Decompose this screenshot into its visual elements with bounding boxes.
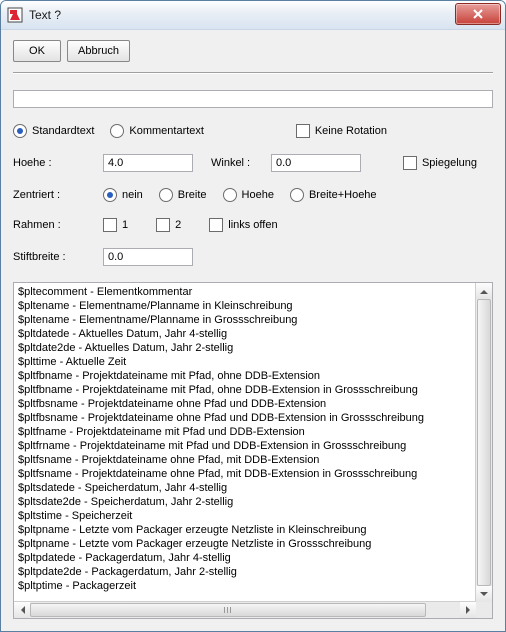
penwidth-row: Stiftbreite : bbox=[13, 248, 493, 266]
list-item[interactable]: $pltdate2de - Aktuelles Datum, Jahr 2-st… bbox=[18, 341, 472, 355]
scroll-thumb[interactable] bbox=[477, 299, 491, 586]
horizontal-scrollbar[interactable] bbox=[14, 601, 476, 618]
check-label: links offen bbox=[228, 219, 277, 231]
radio-kommentartext[interactable]: Kommentartext bbox=[110, 124, 204, 138]
variable-listbox[interactable]: $pltecomment - Elementkommentar$pltename… bbox=[13, 282, 493, 619]
radio-center-both[interactable]: Breite+Hoehe bbox=[290, 188, 377, 202]
height-label: Hoehe : bbox=[13, 157, 103, 169]
scroll-track[interactable] bbox=[30, 602, 460, 618]
check-links-offen[interactable]: links offen bbox=[209, 218, 277, 232]
list-item[interactable]: $pltfbsname - Projektdateiname ohne Pfad… bbox=[18, 397, 472, 411]
centered-label: Zentriert : bbox=[13, 189, 103, 201]
list-item[interactable]: $pltsdate2de - Speicherdatum, Jahr 2-ste… bbox=[18, 495, 472, 509]
frame-row: Rahmen : 1 2 links offen bbox=[13, 218, 493, 232]
check-frame-2[interactable]: 2 bbox=[156, 218, 181, 232]
variable-list-content: $pltecomment - Elementkommentar$pltename… bbox=[14, 283, 476, 602]
list-item[interactable]: $pltfbsname - Projektdateiname ohne Pfad… bbox=[18, 411, 472, 425]
list-item[interactable]: $pltfbname - Projektdateiname mit Pfad, … bbox=[18, 369, 472, 383]
ok-button[interactable]: OK bbox=[13, 40, 61, 62]
penwidth-input[interactable] bbox=[103, 248, 193, 266]
dialog-buttons: OK Abbruch bbox=[13, 40, 493, 62]
check-spiegelung[interactable]: Spiegelung bbox=[403, 156, 477, 170]
vertical-scrollbar[interactable] bbox=[475, 283, 492, 602]
check-label: 2 bbox=[175, 219, 181, 231]
dimensions-row: Hoehe : Winkel : Spiegelung bbox=[13, 154, 493, 172]
penwidth-label: Stiftbreite : bbox=[13, 251, 103, 263]
scroll-right-button[interactable] bbox=[460, 602, 476, 618]
scrollbar-corner bbox=[476, 602, 492, 618]
check-label: Spiegelung bbox=[422, 157, 477, 169]
check-keine-rotation[interactable]: Keine Rotation bbox=[296, 124, 387, 138]
list-item[interactable]: $pltpdatede - Packagerdatum, Jahr 4-stel… bbox=[18, 551, 472, 565]
radio-center-height[interactable]: Hoehe bbox=[223, 188, 274, 202]
list-item[interactable]: $pltfsname - Projektdateiname ohne Pfad,… bbox=[18, 453, 472, 467]
scroll-left-button[interactable] bbox=[14, 602, 30, 618]
list-item[interactable]: $pltpname - Letzte vom Packager erzeugte… bbox=[18, 537, 472, 551]
separator bbox=[13, 72, 493, 74]
radio-label: Breite bbox=[178, 189, 207, 201]
close-button[interactable] bbox=[455, 3, 501, 25]
list-item[interactable]: $pltfsname - Projektdateiname ohne Pfad,… bbox=[18, 467, 472, 481]
check-label: Keine Rotation bbox=[315, 125, 387, 137]
list-item[interactable]: $pltptime - Packagerzeit bbox=[18, 579, 472, 593]
text-type-row: Standardtext Kommentartext Keine Rotatio… bbox=[13, 124, 493, 138]
radio-label: Kommentartext bbox=[129, 125, 204, 137]
titlebar[interactable]: Text ? bbox=[1, 1, 505, 30]
scroll-track[interactable] bbox=[476, 299, 492, 586]
list-item[interactable]: $pltecomment - Elementkommentar bbox=[18, 285, 472, 299]
list-item[interactable]: $pltename - Elementname/Planname in Gros… bbox=[18, 313, 472, 327]
list-item[interactable]: $pltpdate2de - Packagerdatum, Jahr 2-ste… bbox=[18, 565, 472, 579]
chevron-down-icon bbox=[480, 592, 488, 600]
radio-center-none[interactable]: nein bbox=[103, 188, 143, 202]
window-title: Text ? bbox=[29, 8, 61, 22]
chevron-up-icon bbox=[480, 286, 488, 294]
scroll-thumb[interactable] bbox=[30, 603, 426, 617]
list-item[interactable]: $pltsdatede - Speicherdatum, Jahr 4-stel… bbox=[18, 481, 472, 495]
radio-label: Breite+Hoehe bbox=[309, 189, 377, 201]
scroll-up-button[interactable] bbox=[476, 283, 492, 299]
check-frame-1[interactable]: 1 bbox=[103, 218, 128, 232]
centered-row: Zentriert : nein Breite Hoehe Breite+Hoe… bbox=[13, 188, 493, 202]
radio-label: nein bbox=[122, 189, 143, 201]
chevron-right-icon bbox=[466, 606, 474, 614]
cancel-button[interactable]: Abbruch bbox=[67, 40, 130, 62]
list-item[interactable]: $pltdatede - Aktuelles Datum, Jahr 4-ste… bbox=[18, 327, 472, 341]
radio-standardtext[interactable]: Standardtext bbox=[13, 124, 94, 138]
check-label: 1 bbox=[122, 219, 128, 231]
angle-input[interactable] bbox=[271, 154, 361, 172]
app-icon bbox=[7, 7, 23, 23]
frame-label: Rahmen : bbox=[13, 219, 103, 231]
dialog-window: Text ? OK Abbruch Standardtext Kommentar… bbox=[0, 0, 506, 632]
list-item[interactable]: $pltfrname - Projektdateiname mit Pfad u… bbox=[18, 439, 472, 453]
scroll-down-button[interactable] bbox=[476, 586, 492, 602]
text-input[interactable] bbox=[13, 90, 493, 108]
radio-center-width[interactable]: Breite bbox=[159, 188, 207, 202]
radio-label: Standardtext bbox=[32, 125, 94, 137]
list-item[interactable]: $pltename - Elementname/Planname in Klei… bbox=[18, 299, 472, 313]
angle-label: Winkel : bbox=[211, 157, 271, 169]
list-item[interactable]: $pltfname - Projektdateiname mit Pfad un… bbox=[18, 425, 472, 439]
list-item[interactable]: $plttime - Aktuelle Zeit bbox=[18, 355, 472, 369]
client-area: OK Abbruch Standardtext Kommentartext Ke… bbox=[1, 30, 505, 631]
list-item[interactable]: $pltstime - Speicherzeit bbox=[18, 509, 472, 523]
list-item[interactable]: $pltpname - Letzte vom Packager erzeugte… bbox=[18, 523, 472, 537]
radio-label: Hoehe bbox=[242, 189, 274, 201]
chevron-left-icon bbox=[17, 606, 25, 614]
list-item[interactable]: $pltfbname - Projektdateiname mit Pfad, … bbox=[18, 383, 472, 397]
text-input-row bbox=[13, 90, 493, 108]
close-icon bbox=[473, 9, 483, 19]
height-input[interactable] bbox=[103, 154, 193, 172]
